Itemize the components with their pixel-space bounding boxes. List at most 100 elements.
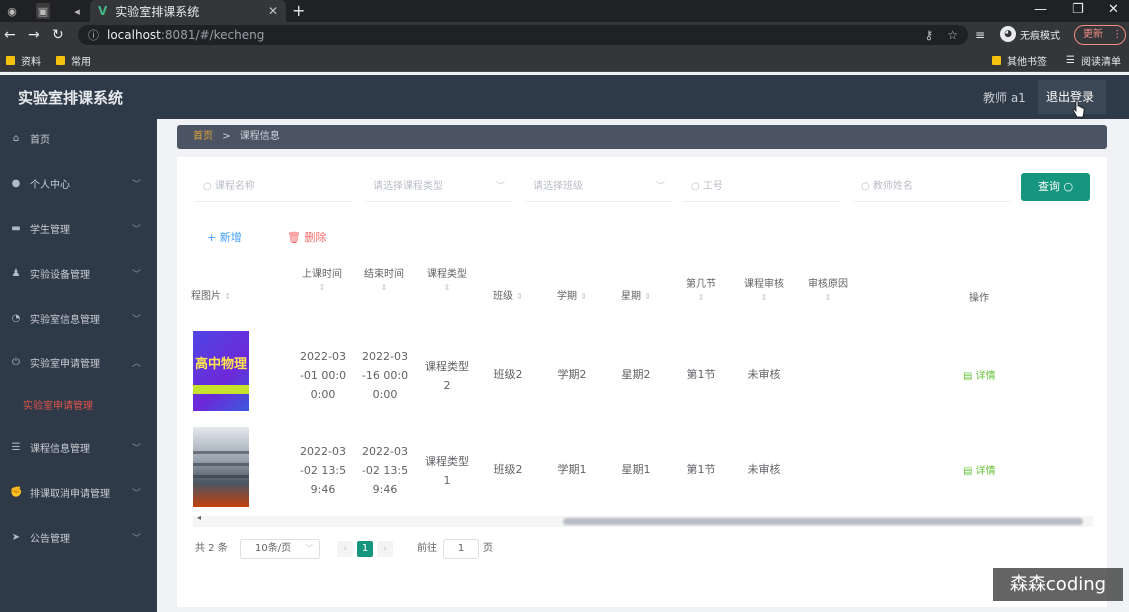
forward-icon[interactable]: → <box>28 25 40 45</box>
bookmark-folder-ziliao[interactable]: 资料 <box>6 53 41 68</box>
chevron-down-icon: ﹀ <box>495 182 505 192</box>
bookmark-label: 常用 <box>71 57 91 68</box>
sidebar-item-profile[interactable]: ● 个人中心 ﹀ <box>0 173 157 193</box>
cell-class: 班级2 <box>493 368 523 381</box>
table-header-term[interactable]: 学期 ⇕ <box>547 289 597 305</box>
class-select[interactable]: 请选择班级 ﹀ <box>525 172 673 202</box>
url-bar[interactable]: ⓘ localhost :8081/#/kecheng ⚷ ☆ <box>78 25 968 45</box>
update-button[interactable]: 更新 ⋮ <box>1074 25 1126 45</box>
new-tab-button[interactable]: + <box>292 0 305 22</box>
detail-button[interactable]: ▤ 详情 <box>963 367 996 382</box>
sidebar-item-equipment[interactable]: ♟ 实验设备管理 ﹀ <box>0 263 157 283</box>
sidebar-item-lab-apply[interactable]: ⏻ 实验室申请管理 ︿ <box>0 352 157 372</box>
home-icon: ⌂ <box>12 132 20 144</box>
bookmark-folder-changyong[interactable]: 常用 <box>56 53 91 68</box>
tab-close-icon[interactable]: ✕ <box>268 4 278 18</box>
key-icon[interactable]: ⚷ <box>924 28 933 42</box>
add-button[interactable]: + 新增 <box>207 229 242 245</box>
cell-line: 课程类型 <box>425 455 469 468</box>
user-group-icon: ♟ <box>11 267 21 279</box>
course-name-input[interactable]: ○ 课程名称 <box>195 172 353 202</box>
chrome-menu-icon[interactable]: ◉ <box>5 3 19 19</box>
bookmark-star-icon[interactable]: ☆ <box>947 28 958 42</box>
cell-line: 9:46 <box>310 483 336 496</box>
close-window-icon[interactable]: ✕ <box>1108 0 1119 22</box>
column-label: 课程审核 <box>744 279 784 290</box>
table-header-class[interactable]: 班级 ⇕ <box>483 289 533 305</box>
thumb-band <box>193 475 249 478</box>
table-header-image[interactable]: 程图片 ⇕ <box>191 289 231 305</box>
table-header-start[interactable]: 上课时间 ⇕ <box>297 267 347 293</box>
next-page-button[interactable]: › <box>377 541 393 557</box>
folder-icon <box>56 56 65 65</box>
table-header-actions: 操作 <box>969 293 989 304</box>
sidebar-item-cancel-apply[interactable]: ✊ 排课取消申请管理 ﹀ <box>0 482 157 502</box>
minimize-icon[interactable]: — <box>1034 0 1047 22</box>
cell-line: 2022-03 <box>362 445 408 458</box>
incognito-badge[interactable]: ◕ 无痕模式 <box>1000 26 1060 42</box>
chevron-up-icon: ︿ <box>131 358 141 369</box>
query-button[interactable]: 查询 ○ <box>1021 173 1090 201</box>
cell-course-type: 课程类型 1 <box>421 452 473 490</box>
bookmark-reading-list[interactable]: ☰ 阅读清单 <box>1066 53 1121 68</box>
url-path: :8081/#/kecheng <box>160 28 265 42</box>
column-label: 程图片 <box>191 291 221 302</box>
audio-tab-icon[interactable]: ◂ <box>70 3 84 19</box>
pagination-total: 共 2 条 <box>195 543 228 554</box>
table-header-end[interactable]: 结束时间 ⇕ <box>359 267 409 293</box>
detail-button[interactable]: ▤ 详情 <box>963 462 996 477</box>
course-type-placeholder: 请选择课程类型 <box>373 181 443 192</box>
back-icon[interactable]: ← <box>4 25 16 45</box>
cell-line: 9:46 <box>372 483 398 496</box>
breadcrumb-home[interactable]: 首页 <box>193 131 213 142</box>
cell-weekday: 星期1 <box>621 463 651 476</box>
scrollbar-thumb[interactable] <box>563 518 1083 525</box>
scroll-left-icon[interactable]: ◂ <box>197 513 201 522</box>
sidebar-item-lab-info[interactable]: ◔ 实验室信息管理 ﹀ <box>0 308 157 328</box>
sidebar-item-home[interactable]: ⌂ 首页 <box>0 128 157 148</box>
table-scrollbar[interactable]: ◂ <box>193 513 1093 527</box>
sidebar-subitem-lab-apply[interactable]: 实验室申请管理 <box>23 397 93 412</box>
teacher-name-input[interactable]: ○ 教师姓名 <box>853 172 1011 202</box>
course-type-select[interactable]: 请选择课程类型 ﹀ <box>365 172 513 202</box>
column-label: 星期 <box>621 291 642 302</box>
sidebar-item-course-info[interactable]: ☰ 课程信息管理 ﹀ <box>0 437 157 457</box>
job-no-input[interactable]: ○ 工号 <box>683 172 841 202</box>
restore-icon[interactable]: ❐ <box>1072 0 1084 22</box>
chevron-down-icon: ﹀ <box>131 533 141 544</box>
cell-period: 第1节 <box>686 463 716 476</box>
incognito-icon: ◕ <box>1000 26 1016 42</box>
table-header-reason[interactable]: 审核原因 ⇕ <box>803 277 853 303</box>
more-menu-icon: ⋮ <box>1112 29 1123 40</box>
thumb-band <box>193 463 249 466</box>
cell-class: 班级2 <box>493 463 523 476</box>
table-header-period[interactable]: 第几节 ⇕ <box>677 277 725 303</box>
cell-start-time: 2022-03 -02 13:5 9:46 <box>295 442 351 499</box>
sort-icon: ⇕ <box>644 292 651 301</box>
sidebar-item-students[interactable]: ▬ 学生管理 ﹀ <box>0 218 157 238</box>
site-info-icon[interactable]: ⓘ <box>88 27 99 43</box>
column-label: 第几节 <box>686 279 716 290</box>
cell-line: 2022-03 <box>300 350 346 363</box>
cell-start-time: 2022-03 -01 00:0 0:00 <box>295 347 351 404</box>
bookmark-other[interactable]: 其他书签 <box>992 53 1047 68</box>
power-icon: ⏻ <box>12 356 20 368</box>
search-icon: ○ <box>1063 180 1074 193</box>
delete-button[interactable]: 🗑 删除 <box>287 229 326 245</box>
table-header-weekday[interactable]: 星期 ⇕ <box>611 289 661 305</box>
sort-icon: ⇕ <box>224 292 231 301</box>
table-header-review[interactable]: 课程审核 ⇕ <box>739 277 789 303</box>
prev-page-button[interactable]: ‹ <box>337 541 353 557</box>
sort-icon: ⇕ <box>380 283 388 292</box>
goto-page-input[interactable]: 1 <box>443 539 479 559</box>
page-size-select[interactable]: 10条/页 ﹀ <box>240 539 320 559</box>
pinned-tab-icon[interactable]: ▣ <box>36 3 50 19</box>
tab-active[interactable]: V 实验室排课系统 ✕ <box>90 0 286 22</box>
page-number-current[interactable]: 1 <box>357 541 373 557</box>
table-header-type[interactable]: 课程类型 ⇕ <box>421 267 473 293</box>
thumb-caption: 高中物理 <box>195 357 248 372</box>
cell-review: 未审核 <box>747 368 781 381</box>
reading-list-icon[interactable]: ≡ <box>975 25 985 45</box>
sidebar-item-notice[interactable]: ➤ 公告管理 ﹀ <box>0 527 157 547</box>
reload-icon[interactable]: ↻ <box>52 25 64 45</box>
